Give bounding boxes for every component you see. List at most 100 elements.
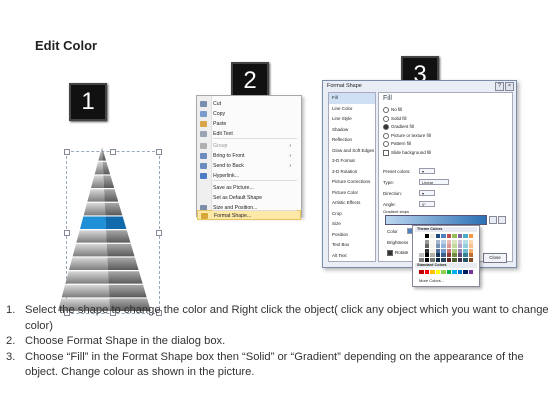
rotate-checkbox[interactable]: Rotate [387, 250, 408, 256]
fill-option[interactable]: Gradient fill [383, 124, 414, 130]
menu-item[interactable]: Set as Default Shape [197, 193, 301, 203]
color-swatch[interactable] [441, 253, 446, 258]
close-button[interactable]: Close [483, 253, 507, 263]
category-item[interactable]: Artistic Effects [329, 198, 375, 209]
category-item[interactable]: 3-D Format [329, 156, 375, 167]
color-swatch[interactable] [441, 248, 446, 253]
color-swatch[interactable] [435, 270, 440, 274]
color-swatch[interactable] [468, 244, 473, 249]
color-swatch[interactable] [424, 258, 429, 262]
color-swatch[interactable] [463, 258, 468, 262]
color-swatch[interactable] [441, 270, 446, 274]
color-swatch[interactable] [419, 248, 424, 253]
radio-button[interactable] [383, 132, 389, 139]
color-swatch[interactable] [446, 258, 451, 262]
category-item[interactable]: Glow and Soft Edges [329, 146, 375, 157]
color-swatch[interactable] [435, 239, 440, 244]
color-swatch[interactable] [424, 244, 429, 249]
color-swatch[interactable] [446, 239, 451, 244]
pyramid-shape[interactable] [56, 145, 166, 315]
color-swatch[interactable] [468, 248, 473, 253]
category-item[interactable]: Line Style [329, 114, 375, 125]
checkbox[interactable] [383, 149, 389, 156]
fill-option[interactable]: Slide background fill [383, 149, 431, 156]
menu-item[interactable]: Format Shape... [197, 210, 301, 220]
color-swatch[interactable] [441, 258, 446, 262]
color-swatch[interactable] [424, 270, 429, 274]
remove-stop-button[interactable] [498, 216, 506, 224]
color-swatch[interactable] [430, 234, 435, 238]
color-swatch[interactable] [446, 270, 451, 274]
category-item[interactable]: Text Box [329, 240, 375, 251]
category-item[interactable]: Shadow [329, 125, 375, 136]
color-swatch[interactable] [452, 258, 457, 262]
color-swatch[interactable] [441, 239, 446, 244]
color-swatch[interactable] [435, 258, 440, 262]
radio-button[interactable] [383, 124, 389, 130]
add-stop-button[interactable] [489, 216, 497, 224]
color-swatch[interactable] [430, 239, 435, 244]
color-swatch[interactable] [457, 270, 462, 274]
category-item[interactable]: Reflection [329, 135, 375, 146]
color-swatch[interactable] [446, 244, 451, 249]
color-swatch[interactable] [463, 239, 468, 244]
color-swatch[interactable] [435, 248, 440, 253]
color-swatch[interactable] [468, 234, 473, 238]
color-swatch[interactable] [435, 253, 440, 258]
radio-button[interactable] [383, 115, 389, 122]
color-swatch[interactable] [452, 244, 457, 249]
color-swatch[interactable] [457, 234, 462, 238]
color-swatch[interactable] [435, 234, 440, 238]
category-item[interactable]: Crop [329, 209, 375, 220]
color-swatch[interactable] [430, 253, 435, 258]
color-swatch[interactable] [441, 234, 446, 238]
color-swatch[interactable] [441, 244, 446, 249]
radio-button[interactable] [383, 141, 389, 147]
category-item[interactable]: Fill [329, 93, 375, 104]
color-swatch[interactable] [452, 234, 457, 238]
color-swatch[interactable] [457, 239, 462, 244]
category-item[interactable]: Position [329, 230, 375, 241]
color-swatch[interactable] [457, 248, 462, 253]
color-swatch[interactable] [452, 239, 457, 244]
radio-button[interactable] [383, 107, 389, 113]
gradient-stops-bar[interactable] [385, 215, 487, 225]
color-swatch[interactable] [419, 253, 424, 258]
category-item[interactable]: Picture Corrections [329, 177, 375, 188]
color-swatch[interactable] [424, 239, 429, 244]
category-item[interactable]: Alt Text [329, 251, 375, 262]
color-swatch[interactable] [468, 253, 473, 258]
menu-item[interactable]: Save as Picture... [197, 183, 301, 193]
color-swatch[interactable] [457, 244, 462, 249]
category-item[interactable]: Size [329, 219, 375, 230]
color-swatch[interactable] [463, 248, 468, 253]
close-icon[interactable]: × [505, 82, 514, 91]
color-swatch[interactable] [457, 258, 462, 262]
preset-colors-dropdown[interactable]: ▾ [419, 168, 435, 174]
color-swatch[interactable] [435, 244, 440, 249]
color-swatch[interactable] [430, 258, 435, 262]
color-swatch[interactable] [430, 270, 435, 274]
color-swatch[interactable] [468, 239, 473, 244]
angle-input[interactable]: 0° [419, 201, 435, 207]
color-swatch[interactable] [446, 248, 451, 253]
menu-item[interactable]: Paste [197, 119, 301, 129]
color-swatch[interactable] [419, 270, 424, 274]
category-item[interactable]: Line Color [329, 104, 375, 115]
more-colors-link[interactable]: More Colors... [419, 278, 444, 283]
color-swatch[interactable] [457, 253, 462, 258]
menu-item[interactable]: Copy [197, 109, 301, 119]
color-swatch[interactable] [446, 253, 451, 258]
menu-item[interactable]: Cut [197, 99, 301, 109]
help-button[interactable]: ? [495, 82, 504, 91]
category-item[interactable]: 3-D Rotation [329, 167, 375, 178]
color-swatch[interactable] [424, 253, 429, 258]
color-swatch[interactable] [430, 248, 435, 253]
fill-option[interactable]: Pattern fill [383, 141, 411, 147]
color-swatch[interactable] [419, 234, 424, 238]
color-swatch[interactable] [452, 253, 457, 258]
color-swatch[interactable] [468, 258, 473, 262]
color-swatch[interactable] [468, 270, 473, 274]
color-swatch[interactable] [446, 234, 451, 238]
color-swatch[interactable] [424, 234, 429, 238]
